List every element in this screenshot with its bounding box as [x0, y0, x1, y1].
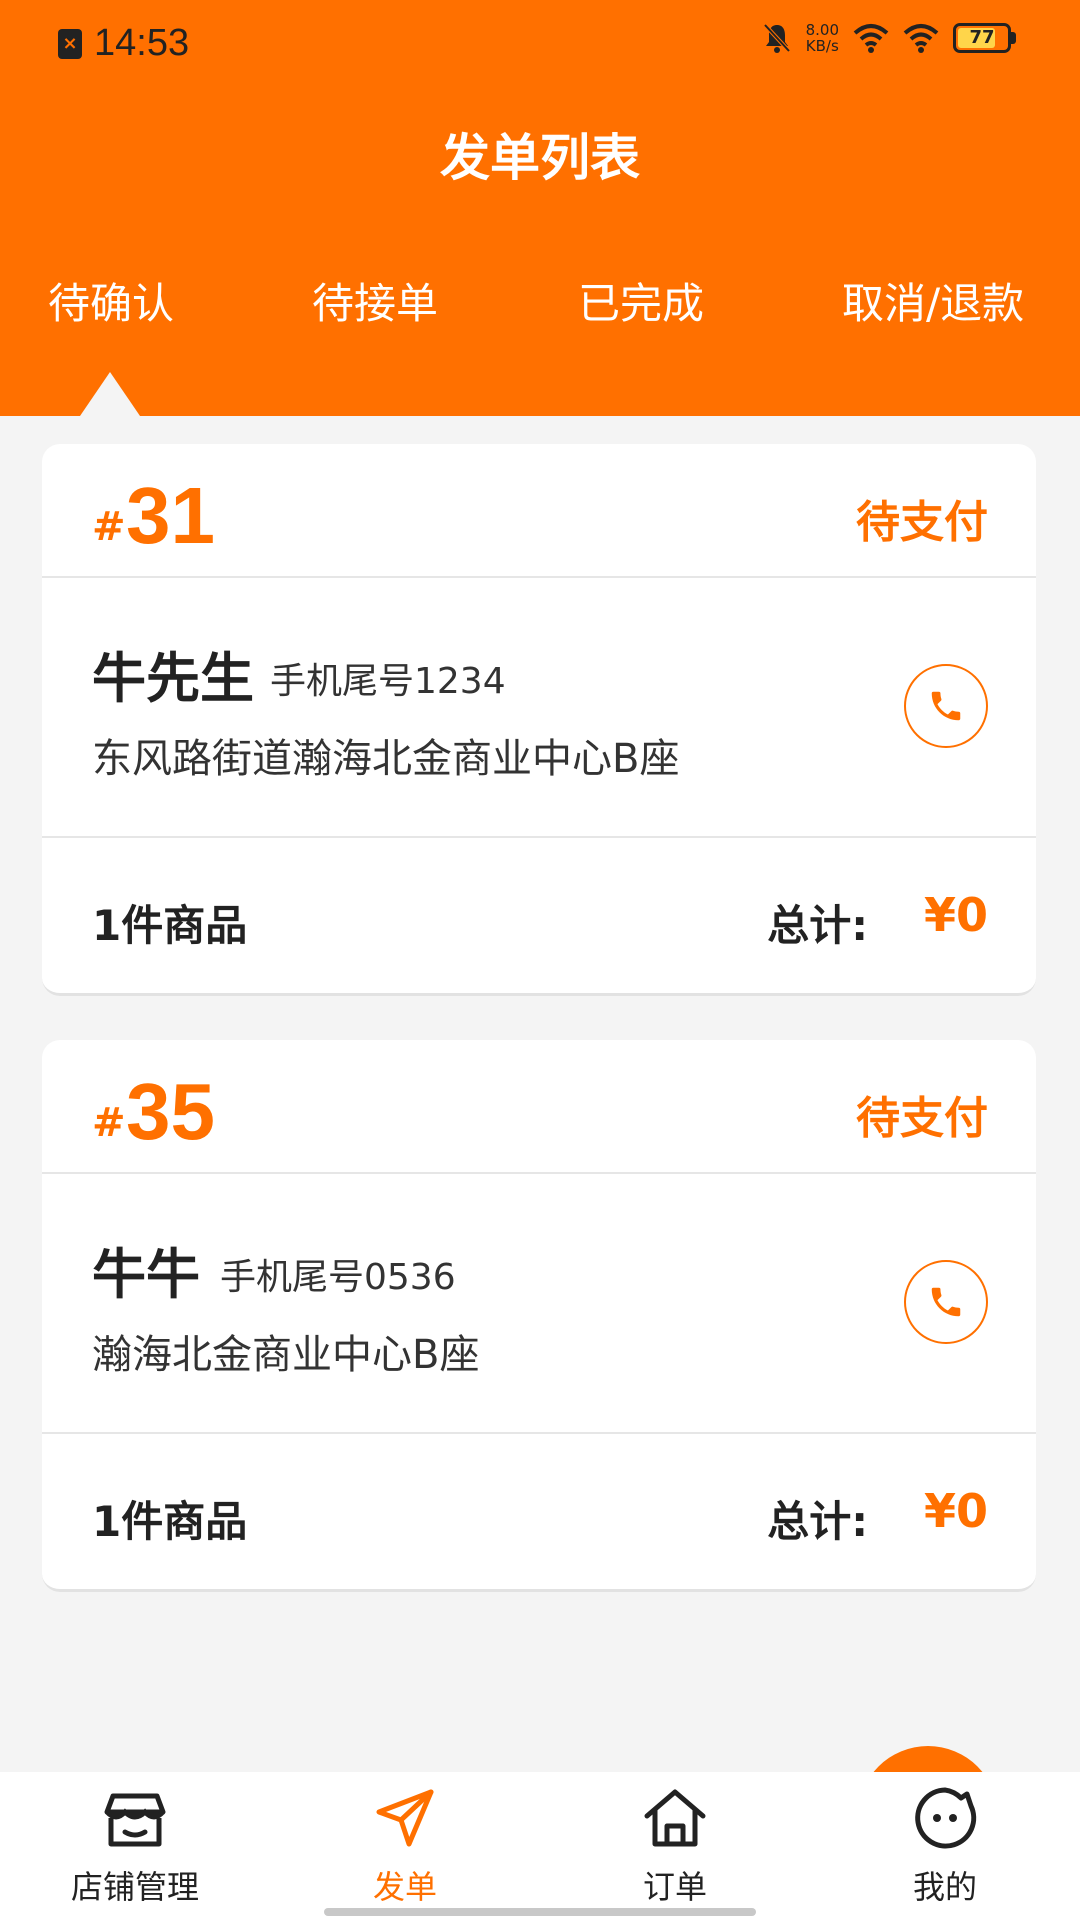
order-number: 35 — [126, 1067, 215, 1156]
total-label: 总计: — [767, 901, 868, 950]
tab-completed[interactable]: 已完成 — [578, 270, 704, 331]
order-number: 31 — [126, 471, 215, 560]
phone-icon — [931, 1287, 961, 1317]
mute-bell-icon — [763, 23, 791, 53]
network-speed: 8.00 KB/s — [806, 22, 839, 54]
order-card-footer: 1件商品 总计: ¥0 — [42, 1436, 1036, 1589]
total-value: ¥0 — [923, 888, 988, 942]
nav-label-store: 店铺管理 — [70, 1868, 199, 1906]
nav-item-send[interactable]: 发单 — [270, 1782, 540, 1912]
store-icon — [104, 1793, 166, 1847]
total-value: ¥0 — [923, 1484, 988, 1538]
status-bar: × 14:53 8.00 KB/s 77 — [0, 0, 1080, 90]
nav-label-mine: 我的 — [912, 1868, 977, 1906]
tab-cancel-refund[interactable]: 取消/退款 — [842, 270, 1024, 331]
customer-phone-tail: 手机尾号1234 — [270, 661, 506, 702]
order-status: 待支付 — [856, 1093, 988, 1144]
tab-pending-accept[interactable]: 待接单 — [312, 270, 438, 331]
order-hash: # — [92, 1100, 126, 1146]
header-bar: × 14:53 8.00 KB/s 77 发单列表 待确认 待接单 已完成 取消… — [0, 0, 1080, 416]
customer-address: 瀚海北金商业中心B座 — [92, 1332, 480, 1378]
order-card-footer: 1件商品 总计: ¥0 — [42, 840, 1036, 993]
home-indicator — [324, 1908, 756, 1916]
status-time: 14:53 — [94, 22, 190, 64]
customer-name: 牛先生 — [92, 647, 254, 710]
tab-bar: 待确认 待接单 已完成 取消/退款 — [0, 270, 1080, 350]
sim-icon: × — [58, 28, 82, 59]
nav-item-mine[interactable]: 我的 — [810, 1782, 1080, 1912]
battery-icon: 77 — [953, 23, 1016, 53]
total-label: 总计: — [767, 1497, 868, 1546]
network-speed-value: 8.00 — [805, 21, 839, 39]
order-card[interactable]: # 31 待支付 牛先生 手机尾号1234 东风路街道瀚海北金商业中心B座 1件… — [42, 444, 1036, 996]
call-button[interactable] — [904, 1260, 988, 1344]
active-tab-indicator — [80, 372, 140, 416]
nav-label-send: 发单 — [372, 1868, 437, 1906]
order-card-customer: 牛先生 手机尾号1234 东风路街道瀚海北金商业中心B座 — [42, 580, 1036, 838]
order-hash: # — [92, 504, 126, 550]
items-count: 1件商品 — [92, 901, 248, 950]
customer-phone-tail: 手机尾号0536 — [220, 1257, 456, 1298]
order-card-customer: 牛牛 手机尾号0536 瀚海北金商业中心B座 — [42, 1176, 1036, 1434]
home-icon — [644, 1789, 706, 1847]
customer-address: 东风路街道瀚海北金商业中心B座 — [92, 736, 680, 782]
order-card-header: # 35 待支付 — [42, 1040, 1036, 1174]
send-icon — [376, 1789, 434, 1847]
call-button[interactable] — [904, 664, 988, 748]
face-icon — [915, 1787, 977, 1849]
order-card-header: # 31 待支付 — [42, 444, 1036, 578]
tab-pending-confirm[interactable]: 待确认 — [48, 270, 174, 331]
nav-label-orders: 订单 — [642, 1868, 707, 1906]
nav-item-orders[interactable]: 订单 — [540, 1782, 810, 1912]
customer-name: 牛牛 — [92, 1243, 200, 1306]
nav-item-store[interactable]: 店铺管理 — [0, 1782, 270, 1912]
wifi-icon — [853, 24, 889, 53]
battery-level: 77 — [969, 27, 995, 48]
order-status: 待支付 — [856, 497, 988, 548]
network-speed-unit: KB/s — [805, 37, 839, 55]
page-title: 发单列表 — [440, 129, 640, 187]
bottom-nav: 店铺管理 发单 订单 我的 — [0, 1772, 1080, 1920]
phone-icon — [931, 691, 961, 721]
wifi-icon — [903, 24, 939, 53]
order-card[interactable]: # 35 待支付 牛牛 手机尾号0536 瀚海北金商业中心B座 1件商品 总计:… — [42, 1040, 1036, 1592]
items-count: 1件商品 — [92, 1497, 248, 1546]
